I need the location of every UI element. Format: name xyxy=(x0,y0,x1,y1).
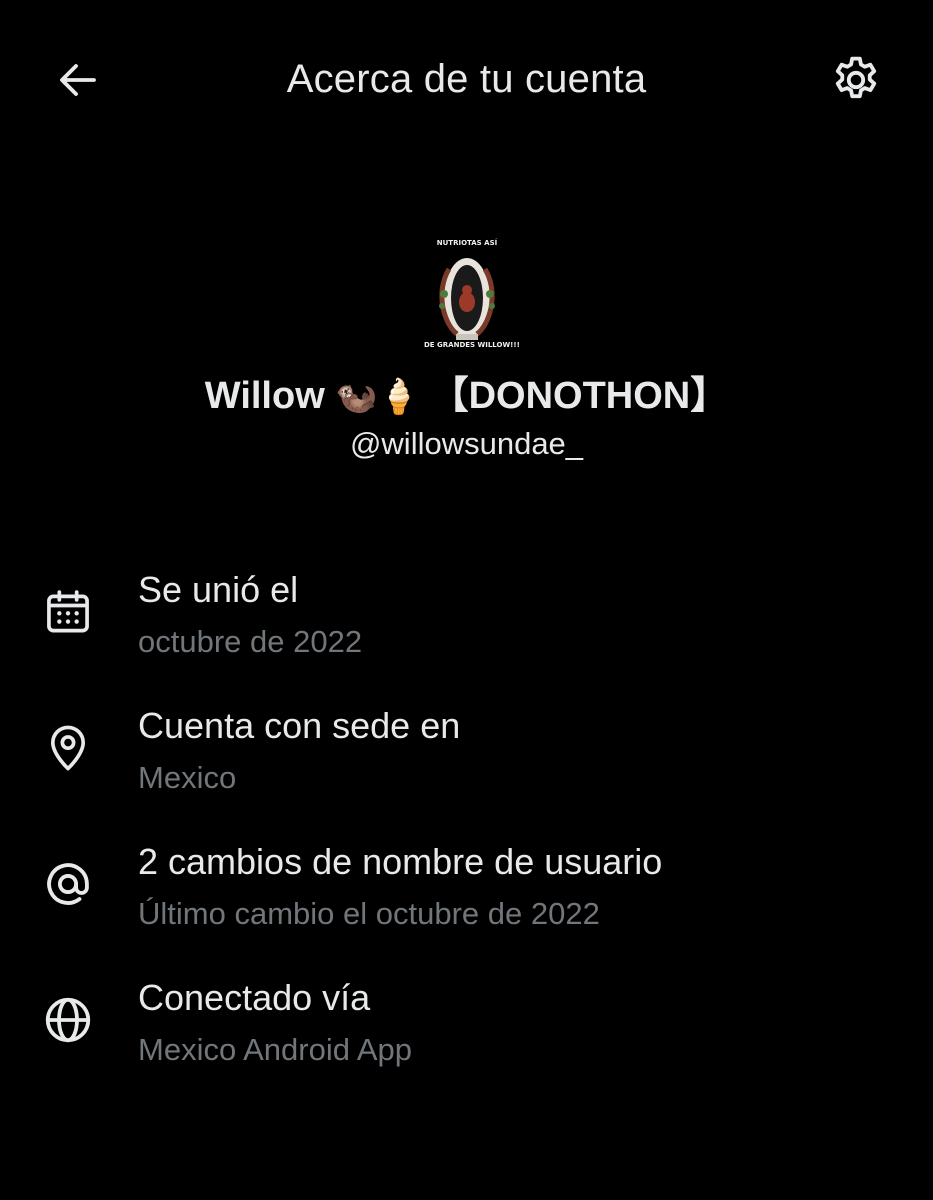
info-item-location: Cuenta con sede en Mexico xyxy=(0,704,933,804)
display-name: Willow 🦦🍦 【DONOTHON】 xyxy=(0,372,933,421)
calendar-icon xyxy=(40,584,96,640)
info-value-location: Mexico xyxy=(138,760,237,795)
info-value-connected-via: Mexico Android App xyxy=(138,1032,413,1067)
page-title: Acerca de tu cuenta xyxy=(286,57,647,101)
avatar-caption-bottom: DE GRANDES WILLOW!!! xyxy=(424,341,520,349)
info-value-joined: octubre de 2022 xyxy=(138,624,363,659)
location-pin-icon xyxy=(40,720,96,776)
info-label-connected-via: Conectado vía xyxy=(138,977,371,1018)
top-app-bar: Acerca de tu cuenta xyxy=(0,0,933,160)
avatar-caption-top: NUTRIOTAS ASÍ xyxy=(436,239,498,247)
username-handle: @willowsundae_ xyxy=(349,426,584,461)
info-label-location: Cuenta con sede en xyxy=(138,705,461,746)
at-sign-icon xyxy=(40,856,96,912)
gear-icon xyxy=(835,56,877,99)
display-name-text: Willow xyxy=(204,375,325,417)
info-item-joined: Se unió el octubre de 2022 xyxy=(0,568,933,668)
info-label-joined: Se unió el xyxy=(138,569,299,610)
info-item-connected-via: Conectado vía Mexico Android App xyxy=(0,976,933,1076)
globe-icon xyxy=(40,992,96,1048)
display-name-suffix: 【DONOTHON】 xyxy=(430,375,729,417)
info-label-username-changes: 2 cambios de nombre de usuario xyxy=(138,841,663,882)
info-item-username-changes: 2 cambios de nombre de usuario Último ca… xyxy=(0,840,933,940)
avatar[interactable]: NUTRIOTAS ASÍ DE GRANDES WILLOW!!! xyxy=(424,234,520,356)
info-value-username-changes: Último cambio el octubre de 2022 xyxy=(138,896,600,931)
settings-button[interactable] xyxy=(826,50,886,110)
avatar-emblem-image xyxy=(439,258,495,340)
otter-icecream-emoji: 🦦🍦 xyxy=(335,377,420,417)
